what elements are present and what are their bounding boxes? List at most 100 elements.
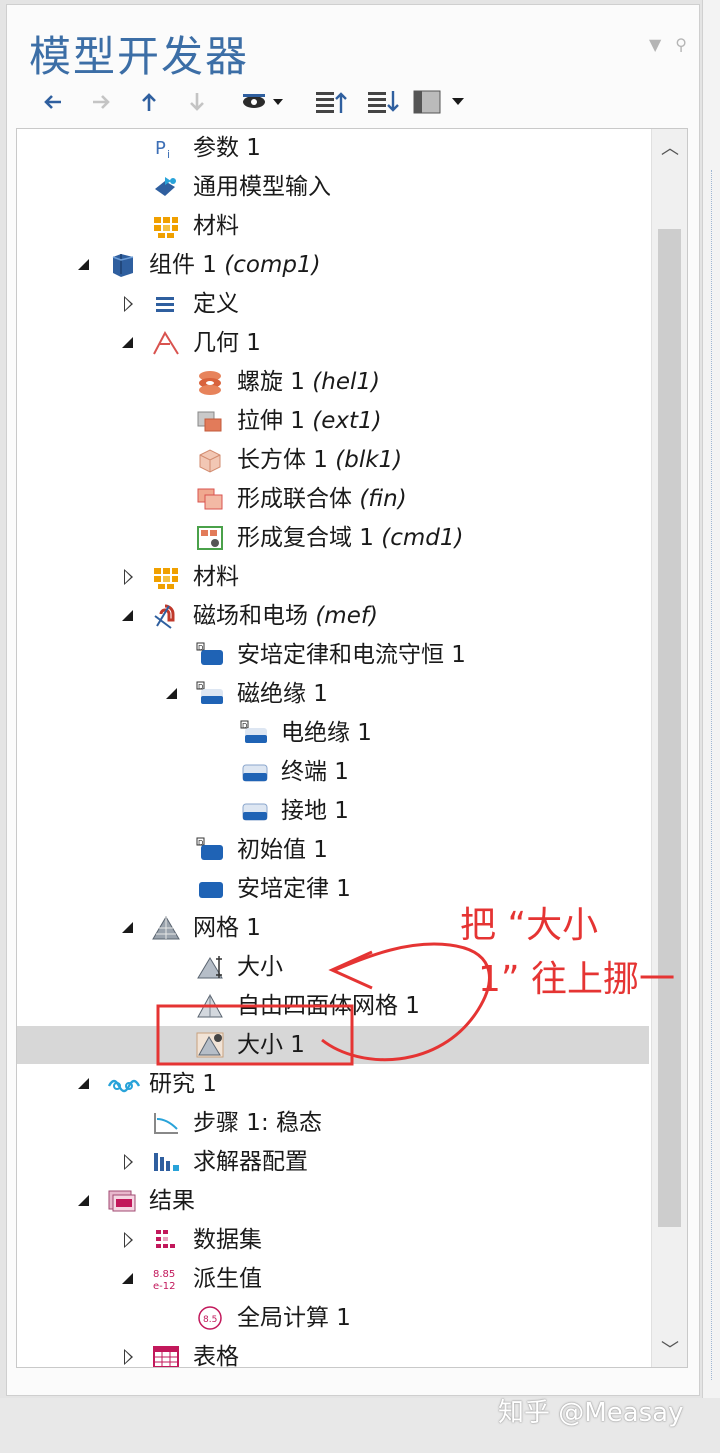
tree-item-label: 派生值 [193,1265,262,1293]
materials-icon [151,212,181,240]
tree-item-label: 安培定律 1 [237,875,351,903]
parameters-icon: Pi [151,134,181,162]
tree-item-label: 大小 1 [237,1031,305,1059]
tree-item-label: 几何 1 [193,329,261,357]
tree-item-label: 终端 1 [281,758,349,786]
arrow-left-icon [41,90,65,114]
tree-item-model-input[interactable]: 通用模型输入 [17,168,649,206]
tree-item-materials[interactable]: 材料 [17,207,649,245]
tree-item-magnetic-electric-fields[interactable]: 磁场和电场 (mef) [17,597,649,635]
tree-item-tag: (hel1) [312,369,380,395]
window-buttons: ▼ ⚲ [649,35,687,54]
tree-item-label: 求解器配置 [193,1148,308,1176]
tree-item-helix[interactable]: 螺旋 1 (hel1) [17,363,649,401]
tree-item-label: 电绝缘 1 [281,719,372,747]
expand-sections-button[interactable] [305,85,357,119]
tree-item-label: 形成复合域 1 (cmd1) [237,524,464,552]
arrow-up-button[interactable] [125,85,173,119]
tree-item-label: 长方体 1 (blk1) [237,446,402,474]
tree-item-component[interactable]: 组件 1 (comp1) [17,246,649,284]
tree-item-text: 安培定律 1 [237,876,351,902]
solver-config-icon [151,1148,181,1176]
collapsed-triangle-icon[interactable] [119,1230,139,1250]
tree-item-results[interactable]: 结果 [17,1182,649,1220]
expanded-triangle-icon[interactable] [75,255,95,275]
tree-item-datasets[interactable]: 数据集 [17,1221,649,1259]
tree-item-boundary-feature[interactable]: D 电绝缘 1 [17,714,649,752]
tree-item-form-union[interactable]: 形成联合体 (fin) [17,480,649,518]
tree-item-materials[interactable]: 材料 [17,558,649,596]
free-tetrahedral-icon [195,992,225,1020]
scrollbar-thumb[interactable] [658,229,681,1227]
expanded-triangle-icon[interactable] [163,684,183,704]
arrow-left-button[interactable] [29,85,77,119]
form-union-icon [195,485,225,513]
tree-item-derived-values[interactable]: 8.85 e-12 派生值 [17,1260,649,1298]
tree-item-stationary-step[interactable]: 步骤 1: 稳态 [17,1104,649,1142]
tree-item-domain-feature[interactable]: D 初始值 1 [17,831,649,869]
tree-item-label: 材料 [193,212,239,240]
arrow-down-button[interactable] [173,85,221,119]
magnetic-electric-fields-icon [151,602,181,630]
tree-item-tag: (ext1) [312,408,382,434]
tree-item-label: 参数 1 [193,134,261,162]
tree-item-text: 接地 1 [281,798,349,824]
expanded-triangle-icon[interactable] [75,1074,95,1094]
domain-plain-icon [195,875,225,903]
tree-item-geometry[interactable]: 几何 1 [17,324,649,362]
expanded-triangle-icon[interactable] [119,606,139,626]
tree-item-text: 步骤 1: 稳态 [193,1110,323,1136]
boundary-feature-icon: D [195,680,225,708]
tree-item-boundary-plain[interactable]: 终端 1 [17,753,649,791]
tree-item-text: 数据集 [193,1227,262,1253]
tree-item-text: 大小 [237,954,283,980]
tree-item-boundary-plain[interactable]: 接地 1 [17,792,649,830]
tree-item-block[interactable]: 长方体 1 (blk1) [17,441,649,479]
tree-item-definitions[interactable]: 定义 [17,285,649,323]
expanded-triangle-icon[interactable] [119,918,139,938]
pin-icon[interactable]: ⚲ [675,35,687,54]
collapsed-triangle-icon[interactable] [119,567,139,587]
collapse-sections-button[interactable] [357,85,409,119]
tree-item-text: 螺旋 1 [237,369,305,395]
tree-item-boundary-feature[interactable]: D 磁绝缘 1 [17,675,649,713]
tree-item-solver-config[interactable]: 求解器配置 [17,1143,649,1181]
expanded-triangle-icon[interactable] [119,1269,139,1289]
collapsed-triangle-icon[interactable] [119,1347,139,1367]
collapsed-triangle-icon[interactable] [119,1152,139,1172]
tree-item-study[interactable]: 研究 1 [17,1065,649,1103]
layout-button[interactable] [409,85,469,119]
dropdown-icon[interactable]: ▼ [649,35,661,54]
tree-item-tag: (cmd1) [381,525,464,551]
tree-item-domain-feature[interactable]: D 安培定律和电流守恒 1 [17,636,649,674]
tree-item-composite-domain[interactable]: 形成复合域 1 (cmd1) [17,519,649,557]
scroll-up-icon[interactable]: ︿ [652,129,687,165]
model-tree: 表格 8.5 全局计算 1 8.85 e-12 派生值 数据集 结果 求解器配置 步骤 1: 稳态… [16,128,688,1368]
tree-item-text: 通用模型输入 [193,174,331,200]
tree-item-tables[interactable]: 表格 [17,1338,649,1367]
tree-item-parameters[interactable]: Pi 参数 1 [17,129,649,167]
tree-item-extrude[interactable]: 拉伸 1 (ext1) [17,402,649,440]
tree-item-text: 材料 [193,564,239,590]
tree-item-label: 全局计算 1 [237,1304,351,1332]
tree-item-global-evaluation[interactable]: 8.5 全局计算 1 [17,1299,649,1337]
tree-item-label: 通用模型输入 [193,173,331,201]
expanded-triangle-icon[interactable] [119,333,139,353]
expanded-triangle-icon[interactable] [75,1191,95,1211]
toolbar [29,85,469,119]
arrow-right-button[interactable] [77,85,125,119]
tree-item-text: 结果 [149,1188,195,1214]
panel-title: 模型开发器 [29,32,250,81]
tree-item-label: 表格 [193,1343,239,1367]
tree-item-text: 定义 [193,291,239,317]
tree-item-mesh-size-local[interactable]: 大小 1 [17,1026,649,1064]
svg-text:8.85: 8.85 [153,1269,175,1280]
definitions-icon [151,290,181,318]
tree-item-text: 安培定律和电流守恒 1 [237,642,466,668]
collapsed-triangle-icon[interactable] [119,294,139,314]
tree-item-text: 终端 1 [281,759,349,785]
show-hide-button[interactable] [221,85,305,119]
datasets-icon [151,1226,181,1254]
vertical-scrollbar[interactable]: ︿ ﹀ [651,129,687,1367]
scroll-down-icon[interactable]: ﹀ [652,1331,687,1367]
